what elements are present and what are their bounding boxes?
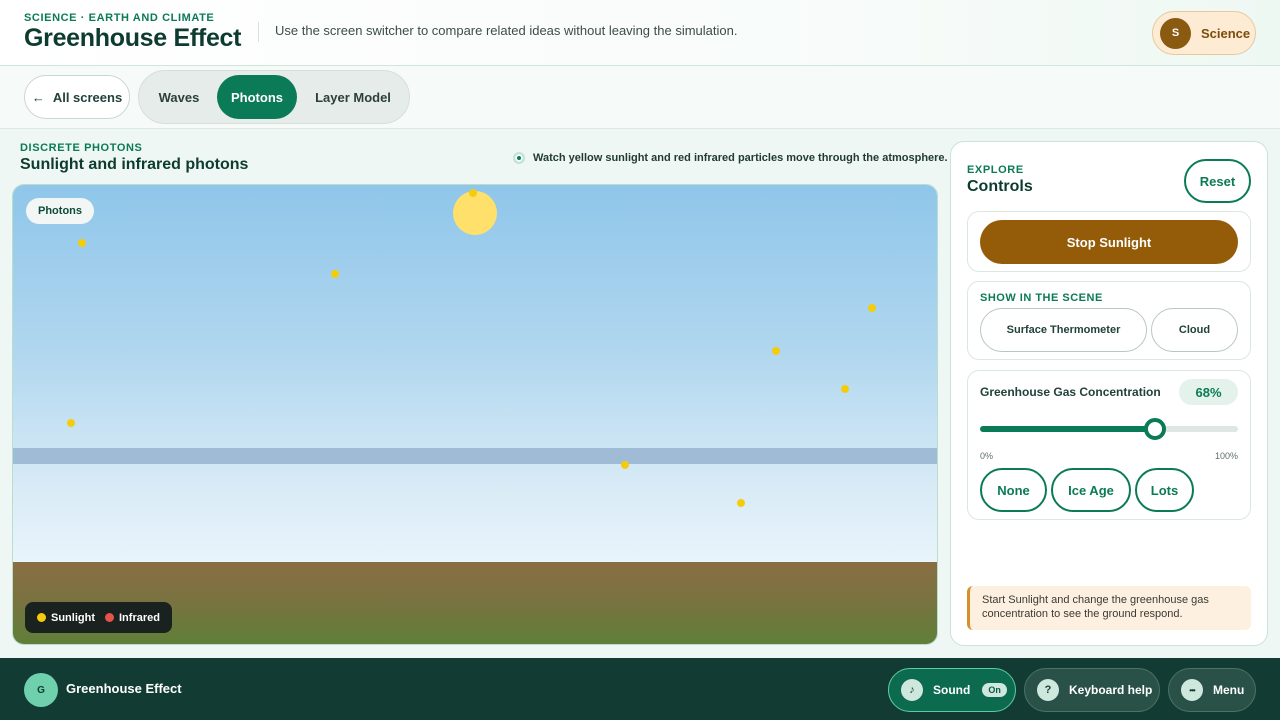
header-description: Use the screen switcher to compare relat… <box>275 23 738 38</box>
infrared-swatch <box>105 613 114 622</box>
sunlight-photon <box>67 419 75 427</box>
show-in-scene-card: SHOW IN THE SCENE Surface Thermometer Cl… <box>967 281 1251 360</box>
footer-title: Greenhouse Effect <box>66 681 182 696</box>
greenhouse-gas-slider[interactable] <box>980 418 1238 440</box>
slider-max-label: 100% <box>1214 451 1238 461</box>
app-title: Greenhouse Effect <box>24 24 242 52</box>
app-footer: G Greenhouse Effect ♪ Sound On ? Keyboar… <box>0 658 1280 720</box>
sunlight-photon <box>772 347 780 355</box>
subject-button[interactable]: S Science <box>1152 11 1256 55</box>
app-header: SCIENCE · EARTH AND CLIMATE Greenhouse E… <box>0 0 1280 66</box>
atmosphere-layer <box>13 448 937 464</box>
screen-tabs: Waves Photons Layer Model <box>138 70 410 124</box>
slider-min-label: 0% <box>980 451 994 461</box>
greenhouse-gas-label: Greenhouse Gas Concentration <box>980 385 1161 399</box>
keyboard-help-button[interactable]: ? Keyboard help <box>1024 668 1160 712</box>
question-icon: ? <box>1037 679 1059 701</box>
sunlight-card: Stop Sunlight <box>967 211 1251 272</box>
more-icon: ••• <box>1181 679 1203 701</box>
preset-lots-button[interactable]: Lots <box>1135 468 1194 512</box>
sunlight-swatch <box>37 613 46 622</box>
app-eyebrow: SCIENCE · EARTH AND CLIMATE <box>24 12 215 24</box>
scene-eyebrow: DISCRETE PHOTONS <box>20 142 143 154</box>
tab-waves[interactable]: Waves <box>143 75 215 119</box>
greenhouse-gas-card: Greenhouse Gas Concentration 68% 0% 100%… <box>967 370 1251 520</box>
sunlight-photon <box>78 239 86 247</box>
simulation-scene[interactable]: Photons Sunlight Infrared <box>12 184 938 645</box>
tab-layer-model[interactable]: Layer Model <box>301 75 405 119</box>
scene-title: Sunlight and infrared photons <box>20 156 249 173</box>
show-in-scene-heading: SHOW IN THE SCENE <box>980 292 1103 304</box>
sunlight-photon <box>621 461 629 469</box>
sunlight-photon <box>469 189 477 197</box>
photon-legend: Sunlight Infrared <box>25 602 172 633</box>
scene-label: Photons <box>26 198 94 224</box>
stop-sunlight-button[interactable]: Stop Sunlight <box>980 220 1238 264</box>
menu-button[interactable]: ••• Menu <box>1168 668 1256 712</box>
sunlight-photon <box>331 270 339 278</box>
status-notice: Start Sunlight and change the greenhouse… <box>967 586 1251 630</box>
sun-icon <box>453 191 497 235</box>
legend-label: Sunlight <box>51 611 95 624</box>
legend-item-sunlight: Sunlight <box>37 612 95 624</box>
sunlight-photon <box>868 304 876 312</box>
arrow-left-icon: ← <box>31 89 45 105</box>
slider-fill <box>980 426 1156 432</box>
sky <box>13 185 937 562</box>
header-divider <box>258 22 259 42</box>
greenhouse-gas-value: 68% <box>1179 379 1238 405</box>
cloud-toggle[interactable]: Cloud <box>1151 308 1238 352</box>
menu-label: Menu <box>1213 683 1245 697</box>
tab-photons[interactable]: Photons <box>217 75 297 119</box>
legend-item-infrared: Infrared <box>105 612 160 624</box>
preset-ice-age-button[interactable]: Ice Age <box>1051 468 1131 512</box>
status-dot-icon <box>513 152 525 164</box>
music-note-icon: ♪ <box>901 679 923 701</box>
controls-eyebrow: EXPLORE <box>967 164 1024 176</box>
scene-hint-text: Watch yellow sunlight and red infrared p… <box>533 152 948 164</box>
scene-hint: Watch yellow sunlight and red infrared p… <box>513 151 948 165</box>
subject-label: Science <box>1201 25 1251 41</box>
sound-toggle-button[interactable]: ♪ Sound On <box>888 668 1016 712</box>
screen-switcher-bar: ← All screens Waves Photons Layer Model <box>0 66 1280 129</box>
reset-button[interactable]: Reset <box>1184 159 1251 203</box>
sunlight-photon <box>841 385 849 393</box>
surface-thermometer-toggle[interactable]: Surface Thermometer <box>980 308 1147 352</box>
subject-avatar: S <box>1160 17 1191 49</box>
all-screens-button[interactable]: ← All screens <box>24 75 130 119</box>
controls-title: Controls <box>967 178 1033 195</box>
slider-thumb[interactable] <box>1144 418 1167 440</box>
controls-panel: EXPLORE Controls Reset Stop Sunlight SHO… <box>950 141 1268 646</box>
sound-state-badge: On <box>982 683 1007 697</box>
keyboard-help-label: Keyboard help <box>1069 683 1153 697</box>
footer-avatar: G <box>24 673 58 707</box>
sound-label: Sound <box>933 683 971 697</box>
legend-label: Infrared <box>119 611 160 624</box>
all-screens-label: All screens <box>52 89 123 105</box>
preset-none-button[interactable]: None <box>980 468 1047 512</box>
sunlight-photon <box>737 499 745 507</box>
